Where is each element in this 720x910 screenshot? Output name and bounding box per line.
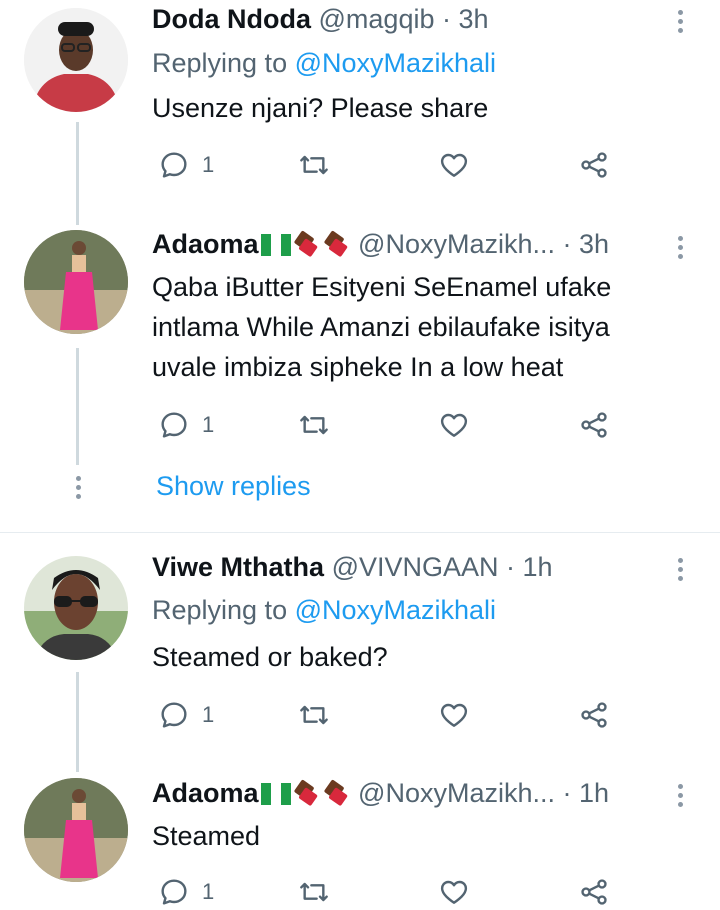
mention-link[interactable]: @NoxyMazikhali <box>295 595 496 625</box>
share-button[interactable] <box>578 697 610 733</box>
like-button[interactable] <box>438 874 470 910</box>
tweet-header: Doda Ndoda @magqib · 3h <box>152 4 489 35</box>
retweet-icon <box>300 155 328 175</box>
tweet-text-line: uvale imbiza sipheke In a low heat <box>152 352 564 382</box>
reply-button[interactable]: 1 <box>158 407 214 443</box>
share-icon <box>581 879 607 905</box>
chocolate-bar-icon <box>293 231 317 257</box>
display-name[interactable]: Doda Ndoda <box>152 4 311 34</box>
more-options-icon[interactable] <box>670 784 690 811</box>
share-icon <box>581 412 607 438</box>
timestamp[interactable]: · 1h <box>506 552 553 582</box>
timestamp[interactable]: · 3h <box>442 4 489 34</box>
more-options-icon[interactable] <box>670 10 690 37</box>
retweet-button[interactable] <box>298 874 330 910</box>
reply-icon <box>161 702 187 728</box>
share-button[interactable] <box>578 874 610 910</box>
chocolate-bar-icon <box>293 780 317 806</box>
thread-line <box>76 348 79 465</box>
thread-line <box>76 122 79 225</box>
retweet-button[interactable] <box>298 147 330 183</box>
nigeria-flag-icon <box>260 783 291 805</box>
retweet-button[interactable] <box>298 697 330 733</box>
tweet-text-line: Qaba iButter Esityeni SeEnamel ufake <box>152 272 612 302</box>
replying-prefix: Replying to <box>152 48 295 78</box>
retweet-button[interactable] <box>298 407 330 443</box>
avatar[interactable] <box>24 778 128 882</box>
avatar[interactable] <box>24 8 128 112</box>
tweet-header: Viwe Mthatha @VIVNGAAN · 1h <box>152 552 553 583</box>
reply-button[interactable]: 1 <box>158 147 214 183</box>
user-handle[interactable]: @NoxyMazikh... <box>358 778 555 808</box>
timestamp[interactable]: · 3h <box>563 229 610 259</box>
reply-icon <box>161 152 187 178</box>
nigeria-flag-icon <box>260 234 291 256</box>
retweet-icon <box>300 705 328 725</box>
avatar[interactable] <box>24 230 128 334</box>
mention-link[interactable]: @NoxyMazikhali <box>295 48 496 78</box>
tweet-text: Usenze njani? Please share <box>152 93 489 123</box>
user-handle[interactable]: @VIVNGAAN <box>332 552 499 582</box>
timestamp[interactable]: · 1h <box>563 778 610 808</box>
reply-count: 1 <box>202 702 215 727</box>
retweet-icon <box>300 415 328 435</box>
like-button[interactable] <box>438 147 470 183</box>
tweet-text: Qaba iButter Esityeni SeEnamel ufake int… <box>152 267 611 387</box>
chocolate-bar-icon <box>323 231 347 257</box>
reply-icon <box>161 412 187 438</box>
reply-button[interactable]: 1 <box>158 874 214 910</box>
like-button[interactable] <box>438 407 470 443</box>
share-button[interactable] <box>578 407 610 443</box>
tweet-text-line: intlama While Amanzi ebilaufake isitya <box>152 312 610 342</box>
like-button[interactable] <box>438 697 470 733</box>
heart-icon <box>440 153 468 177</box>
replying-to: Replying to @NoxyMazikhali <box>152 595 496 626</box>
display-name[interactable]: Adaoma <box>152 229 351 259</box>
reply-icon <box>161 879 187 905</box>
retweet-icon <box>300 882 328 902</box>
divider <box>0 532 720 533</box>
show-replies-link[interactable]: Show replies <box>156 471 311 502</box>
reply-count: 1 <box>202 412 215 437</box>
heart-icon <box>440 703 468 727</box>
display-name[interactable]: Viwe Mthatha <box>152 552 324 582</box>
heart-icon <box>440 413 468 437</box>
reply-count: 1 <box>202 879 215 904</box>
display-name[interactable]: Adaoma <box>152 778 351 808</box>
tweet-header: Adaoma @NoxyMazikh... · 1h <box>152 778 609 809</box>
user-handle[interactable]: @NoxyMazikh... <box>358 229 555 259</box>
share-button[interactable] <box>578 147 610 183</box>
reply-count: 1 <box>202 152 215 177</box>
replying-to: Replying to @NoxyMazikhali <box>152 48 496 79</box>
share-icon <box>581 702 607 728</box>
tweet-header: Adaoma @NoxyMazikh... · 3h <box>152 229 609 260</box>
tweet-text: Steamed or baked? <box>152 642 388 672</box>
user-handle[interactable]: @magqib <box>319 4 435 34</box>
thread-line <box>76 672 79 772</box>
thread-dots <box>68 476 88 503</box>
reply-button[interactable]: 1 <box>158 697 214 733</box>
share-icon <box>581 152 607 178</box>
more-options-icon[interactable] <box>670 236 690 263</box>
chocolate-bar-icon <box>323 780 347 806</box>
replying-prefix: Replying to <box>152 595 295 625</box>
more-options-icon[interactable] <box>670 558 690 585</box>
avatar[interactable] <box>24 556 128 660</box>
tweet-text: Steamed <box>152 821 261 851</box>
heart-icon <box>440 880 468 904</box>
